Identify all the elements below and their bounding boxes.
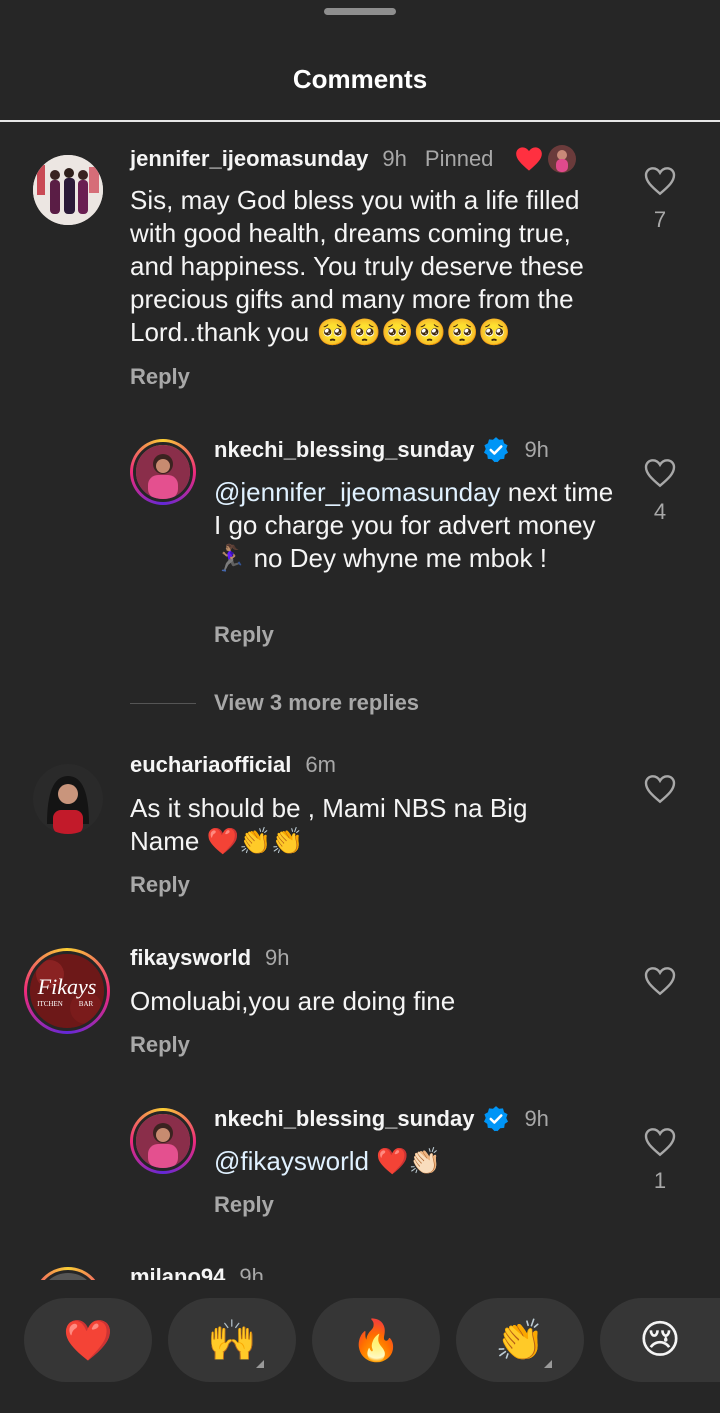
clap-emoji-icon: 👏: [495, 1317, 545, 1364]
comment-username[interactable]: milano94: [130, 1264, 225, 1280]
raised-hands-emoji-icon: 🙌: [207, 1317, 257, 1364]
verified-badge-icon: [484, 437, 509, 463]
reply-button[interactable]: Reply: [130, 364, 190, 390]
pinned-label: Pinned: [424, 146, 494, 171]
comment-time: 6m: [305, 752, 336, 777]
heart-outline-icon: [644, 459, 676, 488]
avatar[interactable]: [33, 155, 103, 225]
like-count: 4: [653, 499, 667, 524]
like-button[interactable]: 4: [640, 458, 680, 525]
comment-time: 9h: [524, 437, 549, 462]
skin-tone-picker-indicator: [544, 1360, 552, 1368]
comment-time: 9h: [265, 945, 290, 970]
comment-username[interactable]: nkechi_blessing_sunday: [214, 437, 474, 463]
comment-text: As it should be , Mami NBS na Big Name ❤…: [130, 793, 528, 856]
like-button[interactable]: 1: [640, 1127, 680, 1194]
comments-list[interactable]: jennifer_ijeomasunday 9h Pinned Sis, may…: [0, 124, 720, 1280]
avatar-logo-sub-right: BAR: [79, 1000, 94, 1008]
divider-line: [130, 702, 196, 704]
comment-username[interactable]: euchariaofficial: [130, 752, 291, 778]
reaction-raised-hands-button[interactable]: 🙌: [168, 1298, 296, 1382]
verified-badge-icon: [484, 1106, 509, 1132]
view-more-replies-button[interactable]: View 3 more replies: [130, 690, 419, 716]
comment-text: Sis, may God bless you with a life fille…: [130, 185, 584, 347]
mention-link[interactable]: @fikaysworld: [214, 1146, 369, 1176]
view-more-label: View 3 more replies: [214, 690, 420, 715]
comment-time: 9h: [524, 1106, 549, 1131]
comment-username[interactable]: nkechi_blessing_sunday: [214, 1106, 474, 1132]
comment-username[interactable]: jennifer_ijeomasunday: [130, 146, 368, 172]
comment-time: 9h: [382, 146, 407, 171]
mention-link[interactable]: @jennifer_ijeomasunday: [214, 477, 501, 507]
reply-button[interactable]: Reply: [130, 872, 190, 898]
reply-button[interactable]: Reply: [214, 622, 274, 648]
comment-time: 9h: [239, 1264, 264, 1280]
comment-text: Omoluabi,you are doing fine: [130, 986, 456, 1016]
like-button[interactable]: 7: [640, 166, 680, 233]
comment-username[interactable]: fikaysworld: [130, 945, 251, 971]
reaction-heart-button[interactable]: ❤️: [24, 1298, 152, 1382]
liked-by-author-heart-icon: [516, 147, 543, 171]
reply-button[interactable]: Reply: [130, 1032, 190, 1058]
author-avatar-mini: [548, 145, 577, 173]
page-title: Comments: [292, 64, 428, 94]
reaction-fire-button[interactable]: 🔥: [312, 1298, 440, 1382]
heart-emoji-icon: ❤️: [63, 1317, 113, 1364]
avatar[interactable]: [130, 439, 196, 505]
reaction-crying-button[interactable]: 😢: [600, 1298, 720, 1382]
heart-outline-icon: [644, 1128, 676, 1157]
comment-text-body: ❤️👏🏻: [368, 1146, 441, 1176]
fire-emoji-icon: 🔥: [351, 1317, 401, 1364]
avatar-logo-sub-left: ITCHEN: [37, 1000, 63, 1008]
heart-outline-icon: [644, 775, 676, 804]
like-button[interactable]: [640, 966, 680, 1001]
avatar[interactable]: [130, 1108, 196, 1174]
avatar[interactable]: [33, 764, 103, 834]
crying-emoji-icon: 😢: [639, 1317, 681, 1363]
avatar[interactable]: [33, 1267, 103, 1280]
like-count: 1: [653, 1168, 667, 1193]
reaction-clap-button[interactable]: 👏: [456, 1298, 584, 1382]
avatar[interactable]: Fikays ITCHEN BAR: [24, 948, 110, 1034]
skin-tone-picker-indicator: [256, 1360, 264, 1368]
reply-button[interactable]: Reply: [214, 1192, 274, 1218]
like-button[interactable]: [640, 774, 680, 809]
comment-text: @jennifer_ijeomasunday next time I go ch…: [214, 476, 614, 575]
comment-text: @fikaysworld ❤️👏🏻: [214, 1145, 614, 1178]
avatar-logo-text: Fikays: [37, 974, 97, 999]
heart-outline-icon: [644, 967, 676, 996]
heart-outline-icon: [644, 167, 676, 196]
like-count: 7: [653, 207, 667, 232]
comments-header: Comments: [0, 0, 720, 122]
quick-reaction-bar: ❤️ 🙌 🔥 👏 😢: [0, 1290, 720, 1413]
